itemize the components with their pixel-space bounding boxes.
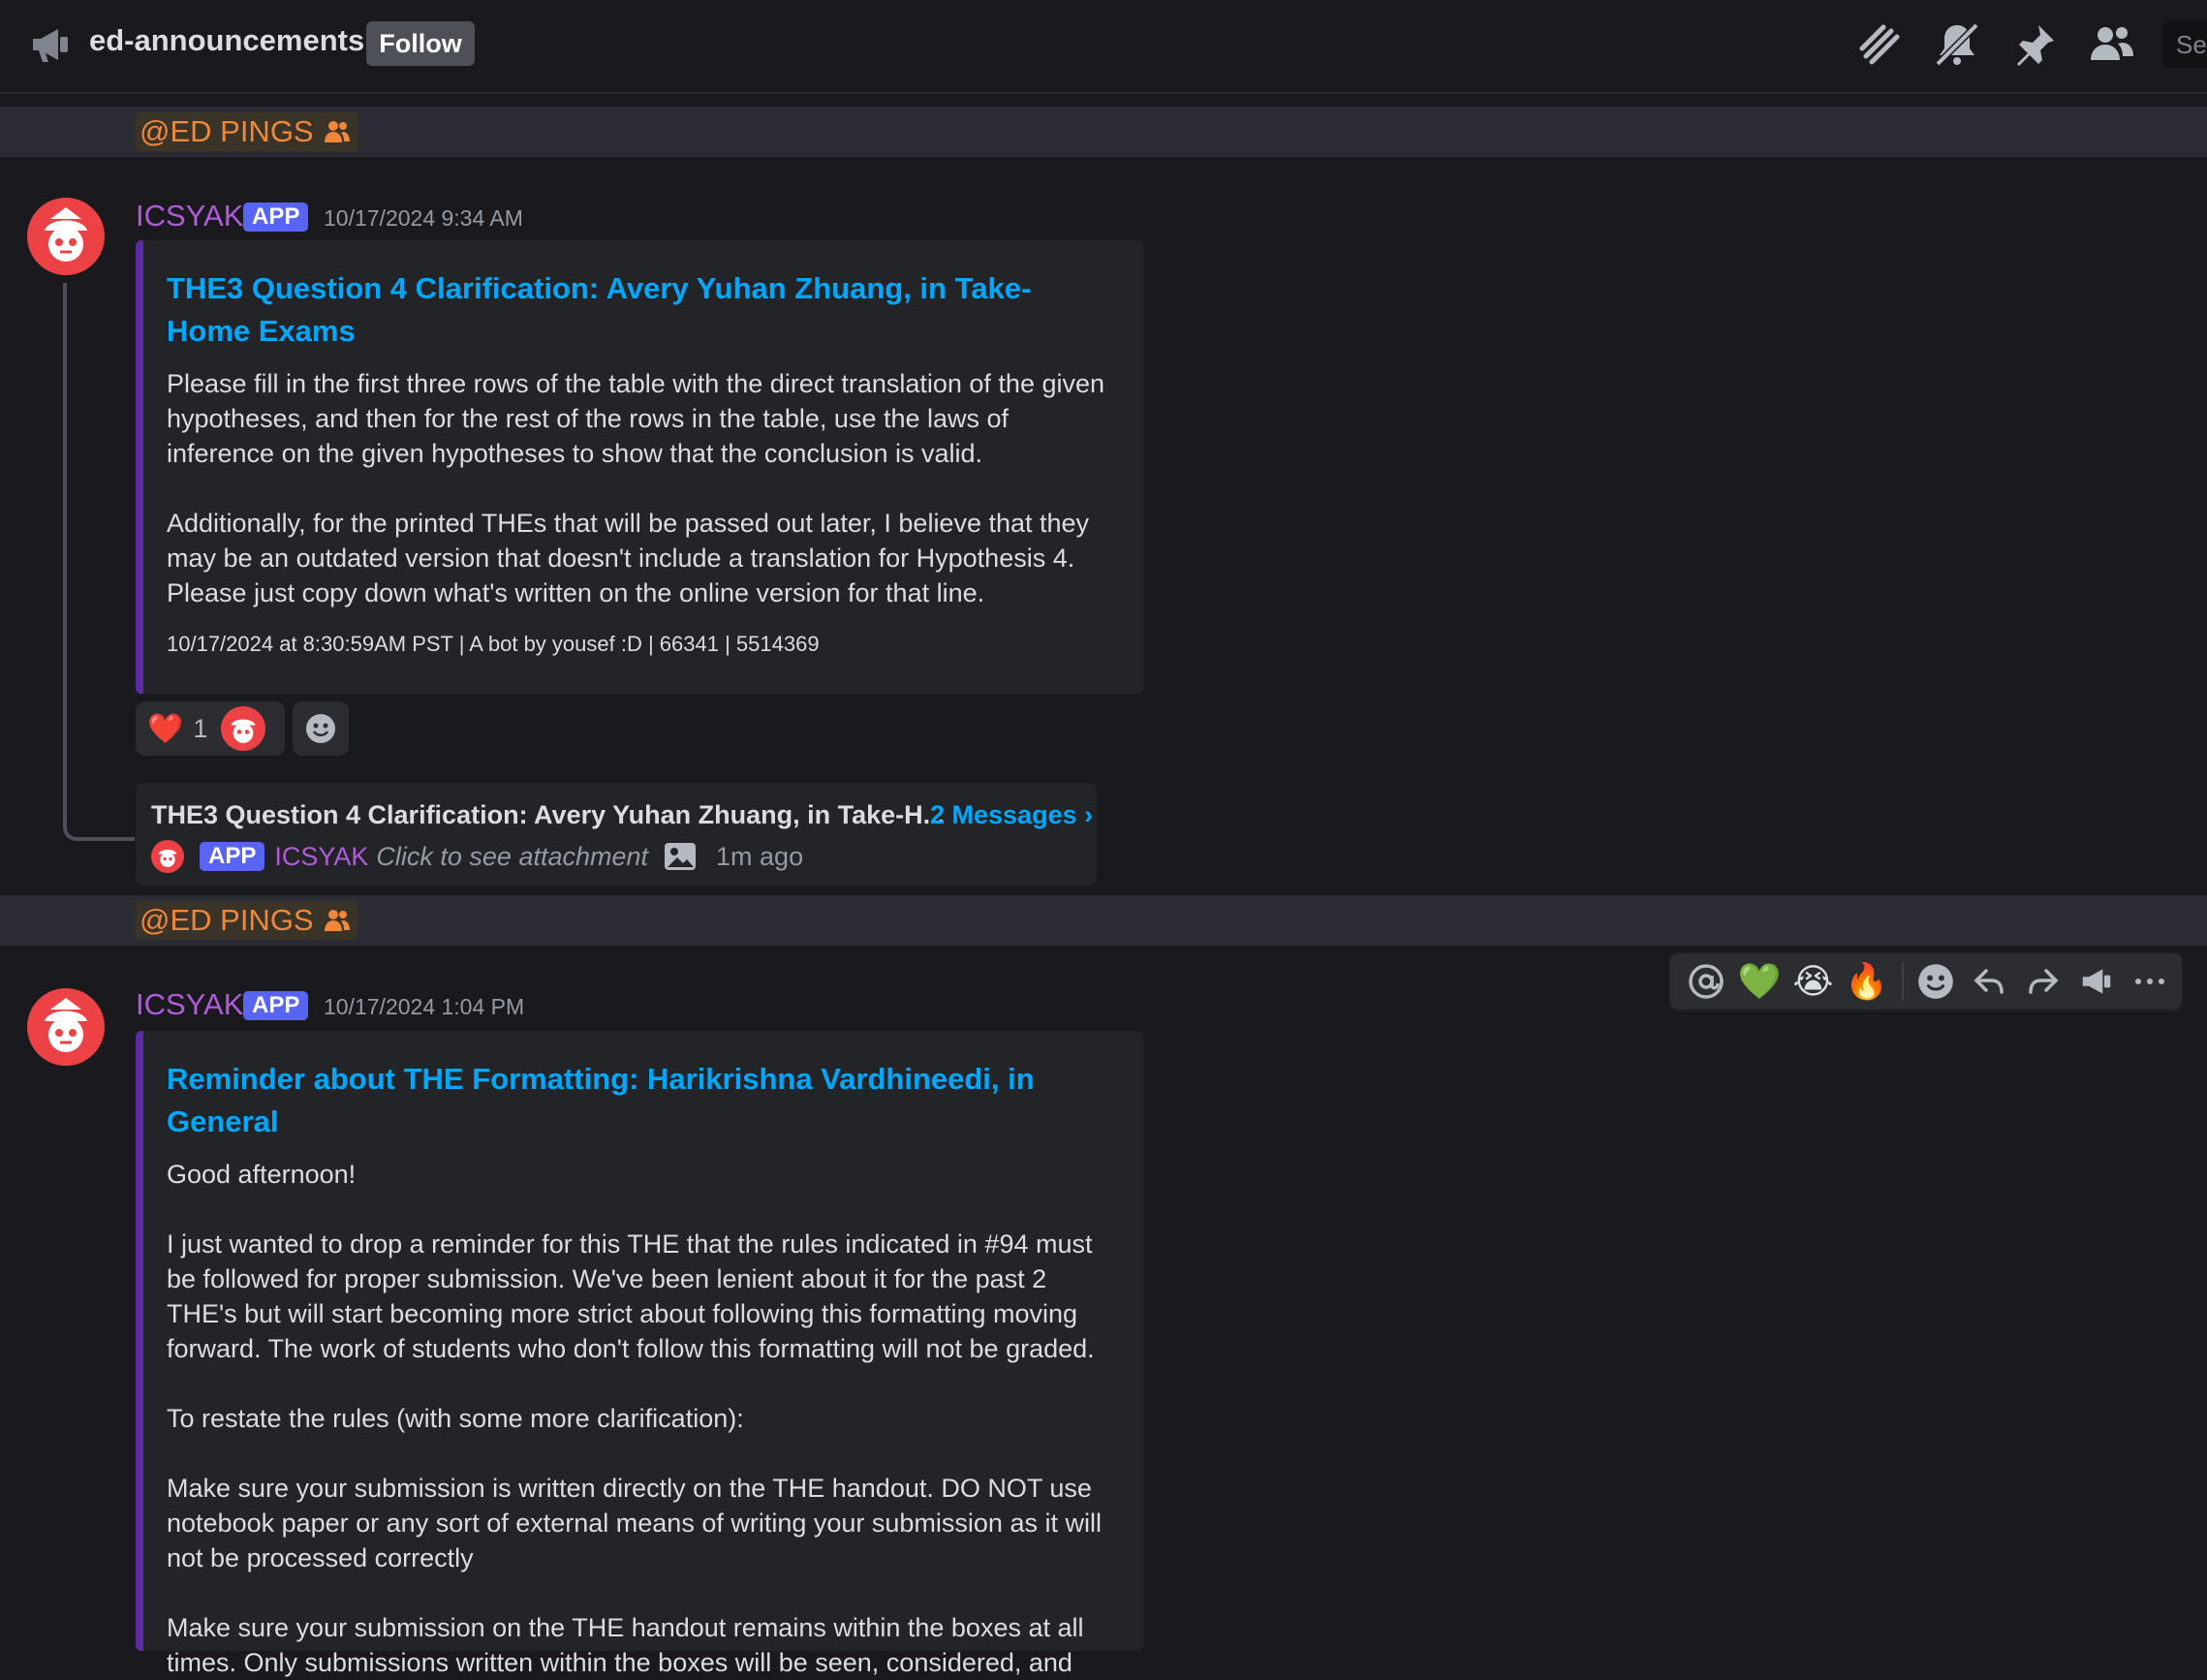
more-options-button[interactable] <box>2129 959 2172 1004</box>
embed-paragraph: I just wanted to drop a reminder for thi… <box>167 1229 1095 1363</box>
notification-muted-icon[interactable] <box>1932 19 1982 70</box>
thread-author-avatar <box>151 840 184 873</box>
member-list-icon[interactable] <box>2087 19 2137 70</box>
embed-paragraph: Make sure your submission is written dir… <box>167 1474 1102 1572</box>
embed-paragraph: To restate the rules (with some more cla… <box>167 1404 744 1433</box>
embed-paragraph: Make sure your submission on the THE han… <box>167 1613 1084 1677</box>
embed-paragraph: Additionally, for the printed THEs that … <box>167 509 1090 607</box>
embed-paragraph: Good afternoon! <box>167 1160 357 1189</box>
reply-arrow-icon <box>1974 969 2005 994</box>
embed-paragraph: Please fill in the first three rows of t… <box>167 369 1105 468</box>
thread-connector <box>63 283 135 841</box>
reaction-count: 1 <box>193 713 208 743</box>
thread-preview-text: Click to see attachment <box>376 841 649 871</box>
app-badge: APP <box>243 202 309 232</box>
add-reaction-button[interactable] <box>1913 959 1957 1004</box>
at-sign-icon <box>1688 964 1724 999</box>
search-input[interactable]: Se <box>2162 21 2207 68</box>
app-badge: APP <box>243 991 309 1020</box>
toolbar-divider <box>1902 962 1905 1001</box>
embed-title-link[interactable]: Reminder about THE Formatting: Harikrish… <box>167 1058 1104 1143</box>
thread-message-count[interactable]: 2 Messages › <box>930 800 1093 830</box>
app-badge: APP <box>200 842 265 871</box>
reactor-avatar <box>221 706 266 751</box>
thread-preview[interactable]: THE3 Question 4 Clarification: Avery Yuh… <box>136 783 1097 886</box>
announcement-channel-icon <box>33 29 68 62</box>
role-people-icon <box>324 121 350 142</box>
thread-author[interactable]: ICSYAK <box>274 842 368 872</box>
forward-button[interactable] <box>2021 959 2065 1004</box>
image-attachment-icon <box>665 843 697 870</box>
thread-time: 1m ago <box>716 841 804 871</box>
bot-avatar[interactable] <box>27 198 105 275</box>
bot-avatar[interactable] <box>27 988 105 1066</box>
publish-button[interactable] <box>2074 959 2118 1004</box>
message-action-toolbar: 💚 😭 🔥 <box>1668 951 2184 1011</box>
reaction-heart[interactable]: ❤️ 1 <box>136 701 285 756</box>
message-author[interactable]: ICSYAK <box>136 199 243 233</box>
heart-emoji: ❤️ <box>147 712 184 745</box>
role-mention-label: @ED PINGS <box>140 903 314 937</box>
embed-title-link[interactable]: THE3 Question 4 Clarification: Avery Yuh… <box>167 267 1104 353</box>
message-timestamp: 10/17/2024 1:04 PM <box>324 994 525 1019</box>
role-mention-pill[interactable]: @ED PINGS <box>136 112 358 151</box>
quick-react-crying[interactable]: 😭 <box>1791 959 1835 1004</box>
reply-button[interactable] <box>1968 959 2011 1004</box>
mention-reply-button[interactable] <box>1684 959 1727 1004</box>
message-embed: THE3 Question 4 Clarification: Avery Yuh… <box>136 240 1143 694</box>
role-mention-label: @ED PINGS <box>140 114 314 148</box>
channel-header: ed-announcements Follow Se <box>0 0 2207 94</box>
thread-last-message: APP ICSYAK Click to see attachment 1m ag… <box>151 837 803 876</box>
ellipsis-icon <box>2135 979 2165 984</box>
message-author[interactable]: ICSYAK <box>136 987 243 1022</box>
thread-title[interactable]: THE3 Question 4 Clarification: Avery Yuh… <box>151 800 945 830</box>
quick-react-green-heart[interactable]: 💚 <box>1737 959 1782 1004</box>
role-mention-pill[interactable]: @ED PINGS <box>136 901 358 940</box>
follow-button[interactable]: Follow <box>366 21 475 66</box>
message-timestamp: 10/17/2024 9:34 AM <box>324 205 523 231</box>
role-people-icon <box>324 910 350 931</box>
embed-description: Please fill in the first three rows of t… <box>167 366 1104 610</box>
megaphone-icon <box>2082 969 2111 994</box>
embed-footer: 10/17/2024 at 8:30:59AM PST | A bot by y… <box>167 632 820 656</box>
mention-highlight-band: @ED PINGS <box>0 895 2207 946</box>
embed-description: Good afternoon! I just wanted to drop a … <box>167 1157 1104 1680</box>
threads-icon[interactable] <box>1854 19 1905 70</box>
forward-arrow-icon <box>2028 969 2059 994</box>
pin-icon[interactable] <box>2009 19 2060 70</box>
quick-react-fire[interactable]: 🔥 <box>1845 959 1888 1004</box>
add-reaction-button[interactable] <box>293 701 349 756</box>
channel-name: ed-announcements <box>89 23 365 57</box>
smiley-icon <box>306 714 335 743</box>
message-embed: Reminder about THE Formatting: Harikrish… <box>136 1031 1143 1677</box>
smiley-icon <box>1918 964 1953 999</box>
mention-highlight-band: @ED PINGS <box>0 107 2207 157</box>
